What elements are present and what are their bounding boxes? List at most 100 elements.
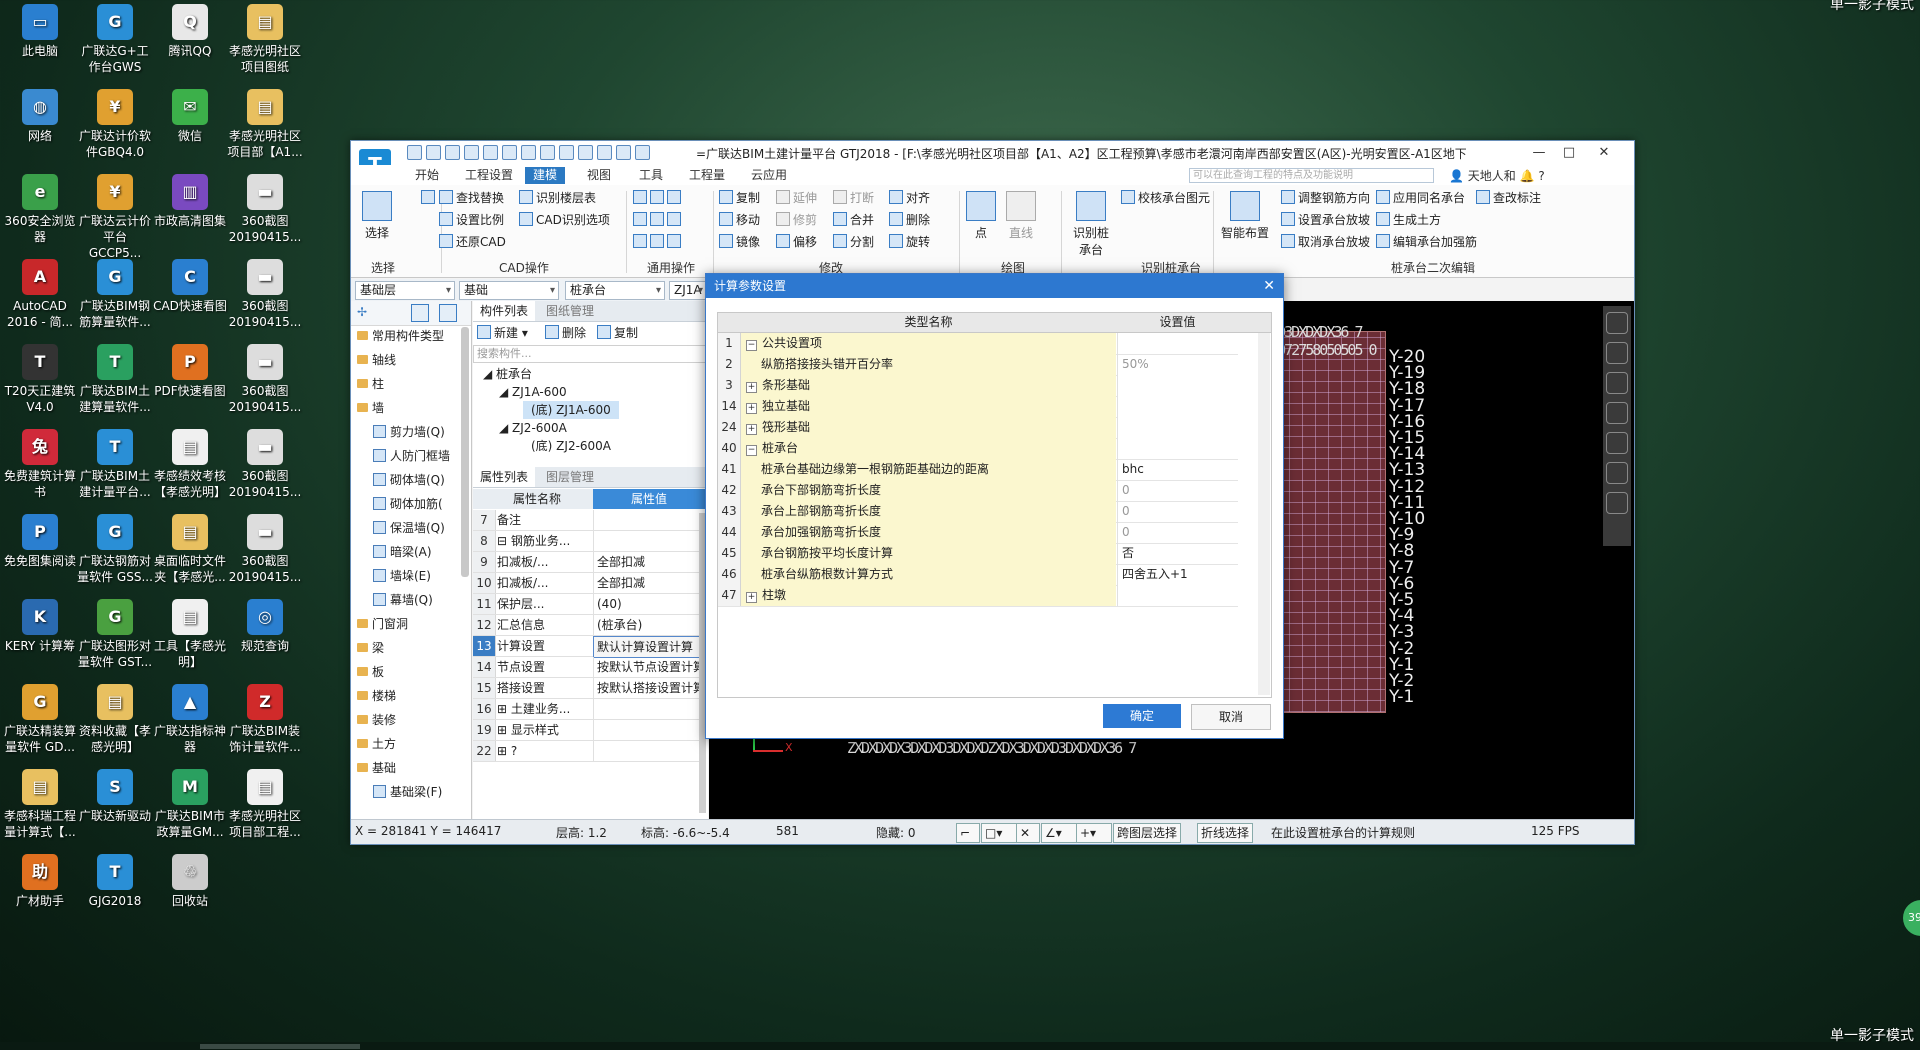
apply-same-name-cap-button[interactable]: 应用同名承台	[1376, 189, 1465, 207]
nav-item[interactable]: 砌体加筋(	[373, 495, 443, 513]
desktop-icon[interactable]: M 广联达BIM市政算量GM...	[152, 767, 228, 840]
find-replace-button[interactable]: 查找替换	[439, 189, 504, 207]
dialog-close-button[interactable]: ✕	[1263, 274, 1275, 298]
rotate-view-icon[interactable]	[1606, 432, 1628, 454]
param-value[interactable]	[1117, 585, 1243, 606]
view-globe-icon[interactable]	[1606, 312, 1628, 334]
param-row[interactable]: 2 纵筋搭接接头错开百分率 50%	[718, 354, 1238, 376]
tab-component-list[interactable]: 构件列表	[473, 301, 536, 321]
snap-toggle-1[interactable]: ⌐	[956, 823, 980, 843]
pin-icon[interactable]: ✢	[357, 305, 367, 319]
property-row[interactable]: 12 汇总信息 (桩承台)	[473, 615, 705, 636]
desktop-icon[interactable]: C CAD快速看图	[152, 257, 228, 314]
desktop-icon[interactable]: ▤ 孝感光明社区项目图纸	[227, 2, 303, 75]
param-value[interactable]: 0	[1117, 501, 1243, 522]
zoom-view-icon[interactable]	[1606, 462, 1628, 484]
select-button[interactable]: 选择	[361, 191, 393, 241]
grid-view-icon[interactable]	[439, 304, 457, 322]
collapse-icon[interactable]: −	[746, 445, 757, 456]
adjust-rebar-direction-button[interactable]: 调整钢筋方向	[1281, 189, 1370, 207]
snap-toggle-5[interactable]: +▾	[1076, 823, 1112, 843]
nav-item[interactable]: 土方	[357, 735, 396, 753]
verify-cap-button[interactable]: 校核承台图元	[1121, 189, 1210, 207]
tab-drawing-management[interactable]: 图纸管理	[539, 301, 601, 321]
tab-view[interactable]: 视图	[579, 167, 619, 184]
desktop-icon[interactable]: Z 广联达BIM装饰计量软件...	[227, 682, 303, 755]
desktop-icon[interactable]: ▥ 市政高清图集	[152, 172, 228, 229]
desktop-icon[interactable]: ▭ 此电脑	[2, 2, 78, 59]
desktop-icon[interactable]: ✉ 微信	[152, 87, 228, 144]
ok-button[interactable]: 确定	[1103, 704, 1181, 728]
nav-item[interactable]: 墙	[357, 399, 384, 417]
desktop-icon[interactable]: P 免免图集阅读	[2, 512, 78, 569]
param-row[interactable]: 45 承台钢筋按平均长度计算否	[718, 543, 1238, 565]
quick-access-toolbar[interactable]	[407, 145, 687, 161]
desktop-icon[interactable]: ▤ 桌面临时文件夹【孝感光...	[152, 512, 228, 585]
break-button[interactable]: 打断	[833, 189, 874, 207]
set-scale-button[interactable]: 设置比例	[439, 211, 504, 229]
param-value[interactable]	[1117, 417, 1243, 438]
help-icon[interactable]: ?	[1538, 169, 1544, 183]
desktop-icon[interactable]: e 360安全浏览器	[2, 172, 78, 245]
nav-item[interactable]: 墙垛(E)	[373, 567, 431, 585]
nav-item[interactable]: 板	[357, 663, 384, 681]
common-toolbar-icons-3[interactable]	[633, 233, 684, 251]
property-row[interactable]: 11 保护层... (40)	[473, 594, 705, 615]
category-select[interactable]: 基础	[459, 281, 559, 300]
property-row[interactable]: 22 ⊞ ?	[473, 741, 705, 762]
mirror-button[interactable]: 镜像	[719, 233, 760, 251]
param-category-row[interactable]: 24 + 筏形基础	[718, 417, 1243, 439]
tree-root-pile-cap[interactable]: ◢ 桩承台	[483, 365, 532, 383]
bell-icon[interactable]: 🔔	[1520, 169, 1535, 183]
param-category-row[interactable]: 1− 公共设置项	[718, 333, 1243, 355]
merge-button[interactable]: 合并	[833, 211, 874, 229]
identify-pile-cap-button[interactable]: 识别桩承台	[1069, 191, 1113, 258]
tree-item-zj1a-bottom[interactable]: (底) ZJ1A-600	[523, 401, 619, 419]
desktop-icon[interactable]: 助广材助手	[2, 852, 78, 909]
restore-cad-button[interactable]: 还原CAD	[439, 233, 506, 251]
floating-badge[interactable]: 39	[1903, 900, 1920, 936]
desktop-icon[interactable]: G 广联达BIM钢筋算量软件...	[77, 257, 153, 330]
tab-layer-management[interactable]: 图层管理	[539, 467, 601, 487]
tab-modeling[interactable]: 建模	[525, 167, 566, 184]
desktop-icon[interactable]: ▤ 孝感科瑞工程量计算式【...	[2, 767, 78, 840]
line-draw-button[interactable]: 直线	[1006, 191, 1036, 241]
param-row[interactable]: 41 桩承台基础边缘第一根钢筋距基础边的距离 bhc	[718, 459, 1238, 481]
desktop-icon[interactable]: ▬ 360截图20190415...	[227, 427, 303, 500]
desktop-icon[interactable]: ▲ 广联达指标神器	[152, 682, 228, 755]
expand-icon[interactable]: +	[746, 592, 757, 603]
snap-toggle-2[interactable]: □▾	[981, 823, 1017, 843]
desktop-icon[interactable]: ▤ 资料收藏【孝感光明】	[77, 682, 153, 755]
tab-tools[interactable]: 工具	[631, 167, 671, 184]
nav-item[interactable]: 基础梁(F)	[373, 783, 442, 801]
expand-icon[interactable]: +	[746, 403, 757, 414]
close-button[interactable]: ✕	[1591, 143, 1617, 163]
param-value[interactable]: 四舍五入+1	[1117, 564, 1243, 585]
trim-button[interactable]: 修剪	[776, 211, 817, 229]
offset-button[interactable]: 偏移	[776, 233, 817, 251]
property-row[interactable]: 13 计算设置 默认计算设置计算	[473, 636, 710, 658]
desktop-icon[interactable]: ▬ 360截图20190415...	[227, 512, 303, 585]
desktop-icon[interactable]: T 广联达BIM土建算量软件...	[77, 342, 153, 415]
align-button[interactable]: 对齐	[889, 189, 930, 207]
desktop-icon[interactable]: G 广联达精装算量软件 GD...	[2, 682, 78, 755]
param-value[interactable]: bhc	[1117, 459, 1243, 480]
expand-icon[interactable]: +	[746, 382, 757, 393]
property-row[interactable]: 8 ⊟ 钢筋业务...	[473, 531, 705, 552]
cancel-cap-slope-button[interactable]: 取消承台放坡	[1281, 233, 1370, 251]
component-search-input[interactable]: 搜索构件...	[473, 345, 711, 363]
delete-button[interactable]: 删除	[889, 211, 930, 229]
nav-item[interactable]: 幕墙(Q)	[373, 591, 433, 609]
tab-property-list[interactable]: 属性列表	[473, 467, 536, 487]
property-row[interactable]: 14 节点设置 按默认节点设置计算	[473, 657, 705, 678]
expand-icon[interactable]: +	[746, 424, 757, 435]
type-select[interactable]: 桩承台	[565, 281, 665, 300]
property-row[interactable]: 16 ⊞ 土建业务...	[473, 699, 705, 720]
desktop-icon[interactable]: ▤ 孝感光明社区项目部工程...	[227, 767, 303, 840]
nav-item[interactable]: 轴线	[357, 351, 396, 369]
smart-layout-button[interactable]: 智能布置	[1217, 191, 1273, 241]
tree-item-zj2-bottom[interactable]: (底) ZJ2-600A	[531, 437, 611, 455]
minimize-button[interactable]: —	[1526, 143, 1552, 163]
tab-cloud[interactable]: 云应用	[743, 167, 795, 184]
param-value[interactable]: 0	[1117, 522, 1243, 543]
